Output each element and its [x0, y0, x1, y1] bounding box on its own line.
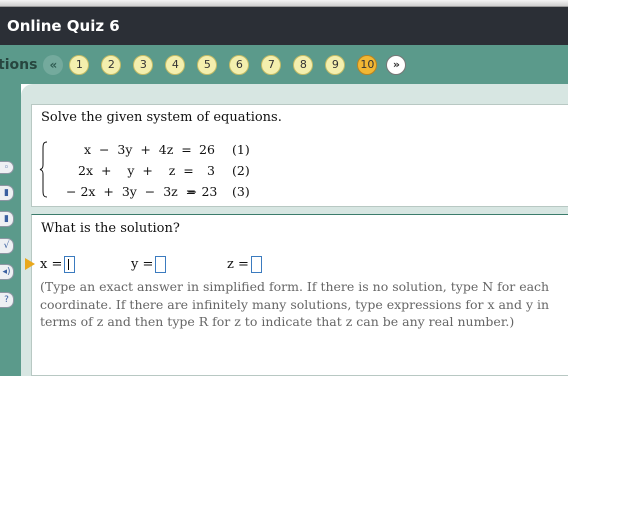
question-1-button[interactable]: 1 — [69, 54, 90, 75]
system-brace — [39, 141, 48, 198]
calculator-icon[interactable]: √ — [0, 238, 14, 254]
question-5-button[interactable]: 5 — [197, 54, 218, 75]
questions-label: tions — [0, 56, 38, 73]
question-9-button[interactable]: 9 — [325, 54, 346, 75]
current-answer-arrow-icon — [25, 258, 35, 270]
answer-instructions: (Type an exact answer in simplified form… — [40, 279, 550, 329]
quiz-title: Online Quiz 6 — [7, 17, 120, 35]
equation-2-rhs: 3 — [207, 163, 215, 178]
equation-3-number: (3) — [232, 184, 250, 199]
question-10-button[interactable]: 10 — [357, 54, 378, 75]
equation-2-number: (2) — [232, 163, 250, 178]
equation-3-rhs: − 23 — [187, 184, 218, 199]
question-4-button[interactable]: 4 — [165, 54, 186, 75]
y-label: y = — [131, 257, 154, 272]
equation-3-lhs: − 2x + 3y − 3z = — [66, 184, 197, 199]
equation-1-lhs: x − 3y + 4z = — [84, 142, 192, 157]
z-label: z = — [227, 257, 249, 272]
solution-question: What is the solution? — [41, 221, 180, 236]
problem-panel: Solve the given system of equations. x −… — [31, 104, 568, 207]
x-answer-field: x = — [40, 256, 76, 273]
sound-icon[interactable]: ◂) — [0, 264, 14, 280]
z-input[interactable] — [250, 256, 262, 273]
question-2-button[interactable]: 2 — [101, 54, 122, 75]
question-navigation-bar: tions « 1 2 3 4 5 6 7 8 9 10 » — [0, 45, 568, 84]
left-tool-strip — [0, 84, 21, 376]
y-answer-field: y = — [131, 256, 167, 273]
previous-questions-button[interactable]: « — [43, 54, 64, 75]
equation-2-lhs: 2x + y + z = — [78, 163, 194, 178]
question-6-button[interactable]: 6 — [229, 54, 250, 75]
equation-1-number: (1) — [232, 142, 250, 157]
media-icon[interactable]: ▮ — [0, 211, 14, 227]
z-answer-field: z = — [227, 256, 262, 273]
x-input[interactable] — [64, 256, 76, 273]
textbook-icon[interactable]: ▮ — [0, 185, 14, 201]
title-bar: Online Quiz 6 — [0, 7, 568, 45]
y-input[interactable] — [155, 256, 167, 273]
view-example-icon[interactable]: ◦ — [0, 161, 14, 174]
next-questions-button[interactable]: » — [386, 54, 407, 75]
browser-top-edge — [0, 0, 568, 7]
question-3-button[interactable]: 3 — [133, 54, 154, 75]
problem-prompt: Solve the given system of equations. — [41, 110, 282, 125]
equation-1-rhs: 26 — [199, 142, 215, 157]
x-label: x = — [40, 257, 63, 272]
question-8-button[interactable]: 8 — [293, 54, 314, 75]
help-icon[interactable]: ? — [0, 292, 14, 308]
question-7-button[interactable]: 7 — [261, 54, 282, 75]
